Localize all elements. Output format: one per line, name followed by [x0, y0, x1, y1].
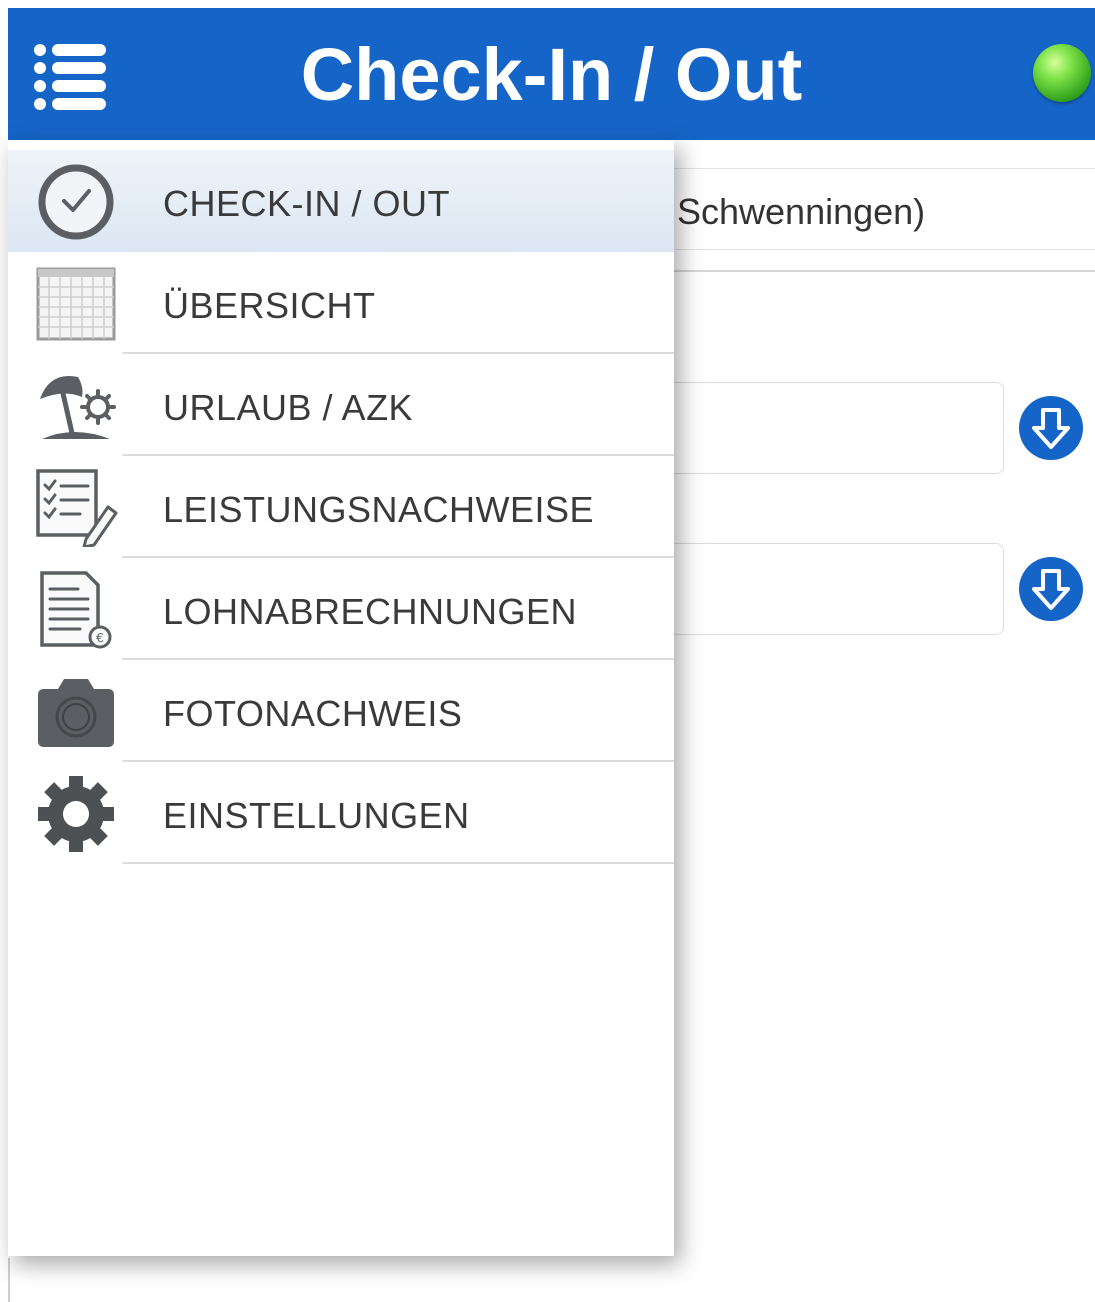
select-field-2[interactable]	[640, 543, 1004, 635]
menu-item-label: FOTONACHWEIS	[163, 693, 463, 734]
menu-item-label: LEISTUNGSNACHWEISE	[163, 489, 595, 530]
green-status-light-icon	[1033, 44, 1091, 102]
menu-item-fotonachweis[interactable]: FOTONACHWEIS	[8, 660, 674, 762]
app-header: Check-In / Out	[8, 8, 1095, 140]
location-field[interactable]: Schwenningen)	[640, 168, 1095, 250]
beach-umbrella-icon	[40, 375, 116, 439]
checklist-icon	[36, 469, 118, 547]
camera-icon	[38, 679, 114, 747]
page-title: Check-In / Out	[300, 33, 803, 116]
menu-item-label: ÜBERSICHT	[163, 285, 376, 326]
menu-item-uebersicht[interactable]: ÜBERSICHT	[8, 252, 674, 354]
gear-icon	[38, 776, 114, 852]
divider	[640, 270, 1095, 272]
down-arrow-icon	[1021, 559, 1081, 619]
svg-text:€: €	[96, 631, 104, 645]
menu-item-leistungsnachweise[interactable]: LEISTUNGSNACHWEISE	[8, 456, 674, 558]
down-arrow-icon	[1021, 398, 1081, 458]
navigation-drawer: CHECK-IN / OUT ÜBERSICHT URLAUB / AZK LE…	[8, 140, 674, 1256]
clock-icon	[38, 164, 114, 240]
menu-item-label: LOHNABRECHNUNGEN	[163, 591, 578, 632]
payslip-icon: €	[40, 571, 112, 649]
download-arrow-button-2[interactable]	[1019, 557, 1083, 621]
menu-item-label: EINSTELLUNGEN	[163, 795, 470, 836]
select-field-1[interactable]	[640, 382, 1004, 474]
menu-item-einstellungen[interactable]: EINSTELLUNGEN	[8, 762, 674, 864]
menu-item-lohnabrechnungen[interactable]: € LOHNABRECHNUNGEN	[8, 558, 674, 660]
divider	[122, 862, 674, 864]
menu-item-check-in-out[interactable]: CHECK-IN / OUT	[8, 150, 674, 252]
edge-line	[8, 1258, 10, 1302]
menu-item-label: CHECK-IN / OUT	[163, 183, 451, 224]
menu-item-label: URLAUB / AZK	[163, 387, 414, 428]
calendar-icon	[36, 267, 116, 341]
location-text: Schwenningen)	[677, 191, 926, 232]
download-arrow-button-1[interactable]	[1019, 396, 1083, 460]
menu-item-urlaub-azk[interactable]: URLAUB / AZK	[8, 354, 674, 456]
